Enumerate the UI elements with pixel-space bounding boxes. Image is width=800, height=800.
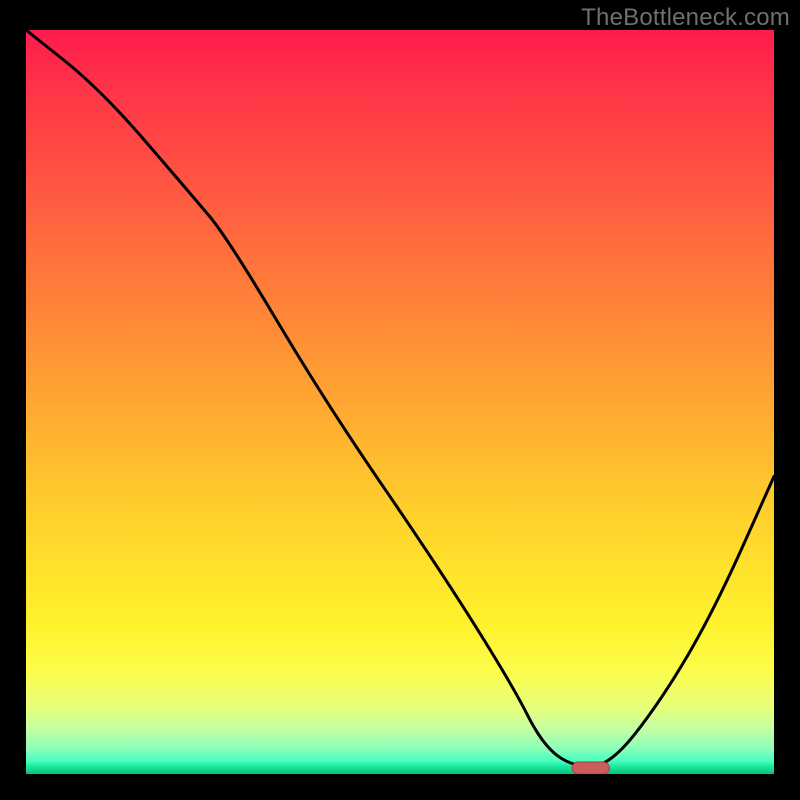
- chart-root: TheBottleneck.com: [0, 0, 800, 800]
- optimal-marker: [572, 762, 609, 774]
- curve-layer: [26, 30, 774, 774]
- watermark-text: TheBottleneck.com: [581, 4, 790, 32]
- plot-area: [26, 30, 774, 774]
- plot-frame: [26, 30, 774, 774]
- bottleneck-curve: [26, 30, 774, 767]
